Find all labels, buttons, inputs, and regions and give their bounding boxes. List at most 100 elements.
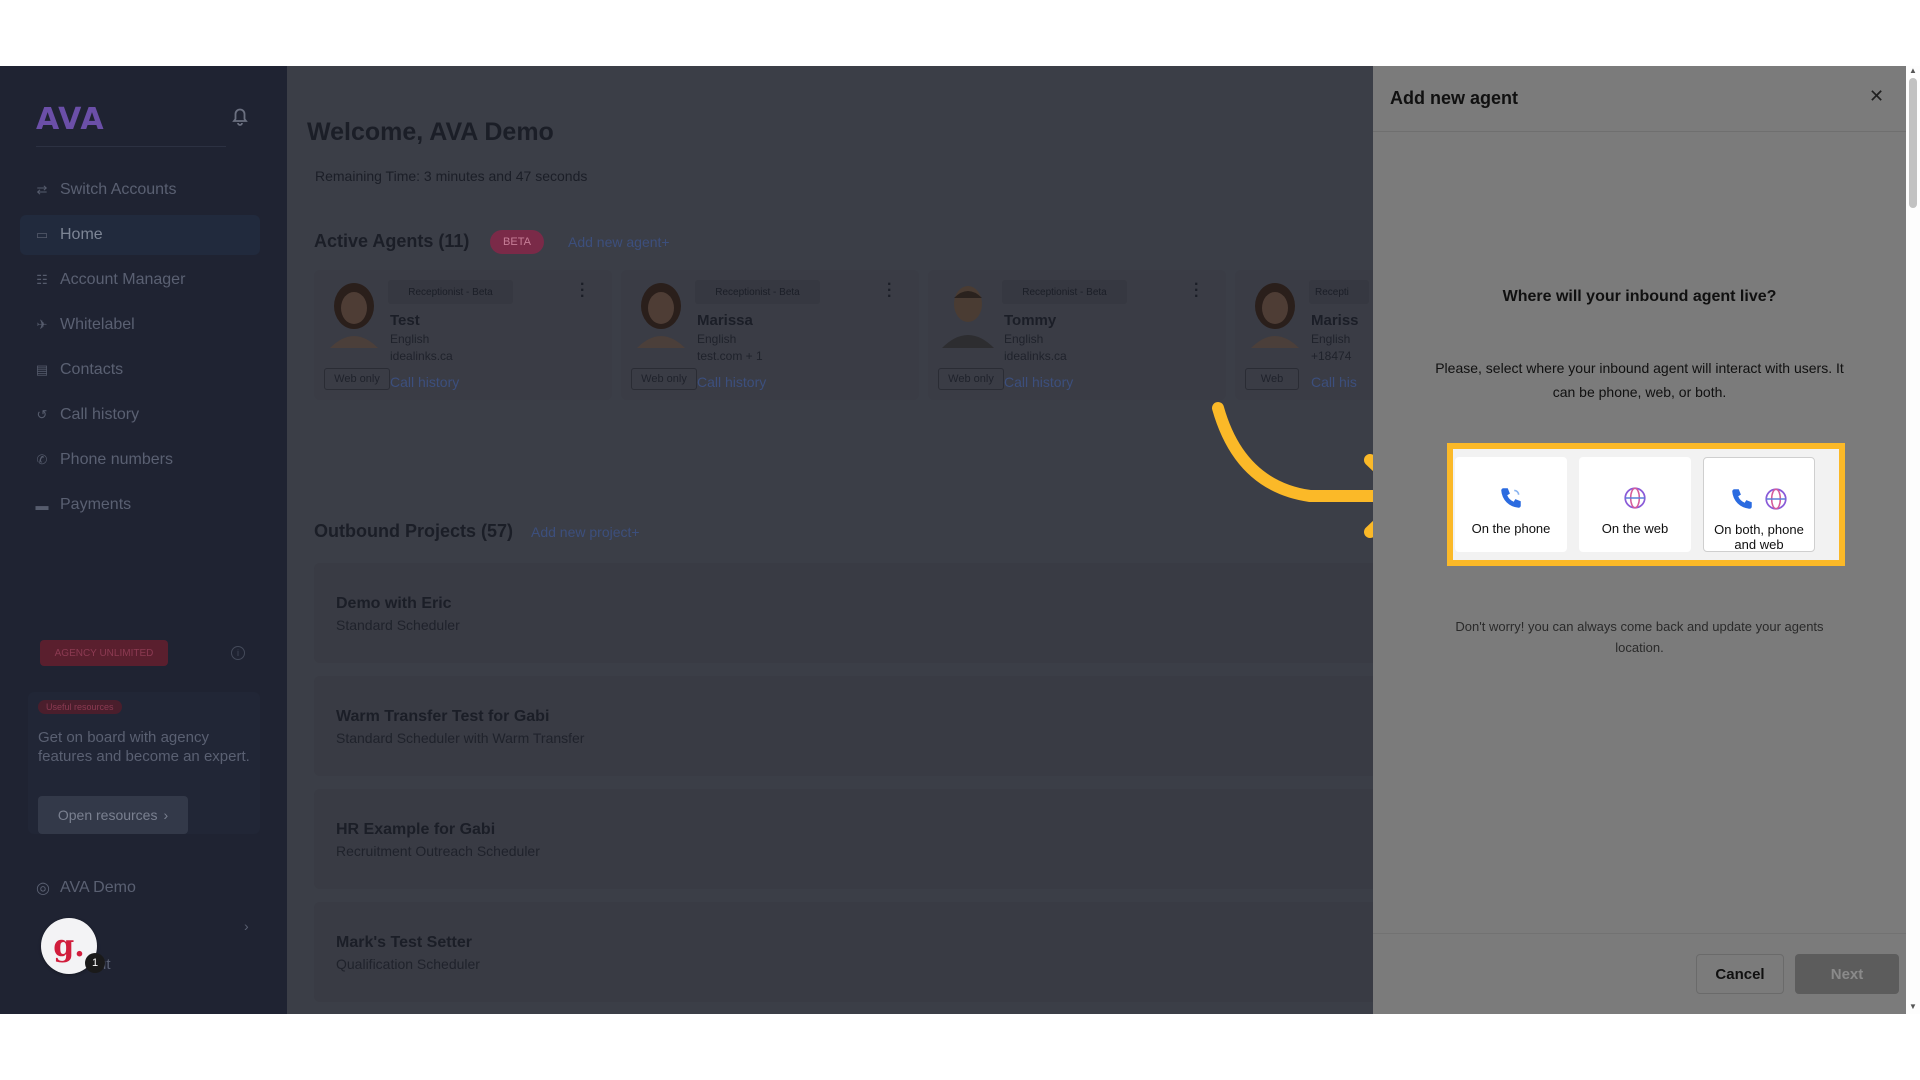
chevron-right-icon[interactable]: › [244,918,249,934]
phone-icon: ✆ [36,452,48,467]
add-agent-panel: Add new agent ✕ Where will your inbound … [1373,66,1906,1014]
agent-photo [1251,283,1299,348]
project-card[interactable]: Warm Transfer Test for Gabi Standard Sch… [314,676,1373,776]
scroll-down-icon[interactable]: ▼ [1909,1002,1917,1011]
chevron-right-icon: › [163,807,169,823]
project-title: Mark's Test Setter [336,934,473,951]
agent-photo [330,283,378,348]
open-resources-label: Open resources [57,807,158,823]
panel-description: Please, select where your inbound agent … [1435,360,1844,400]
open-resources-button[interactable]: Open resources › [38,796,188,834]
scroll-up-icon[interactable]: ▲ [1909,66,1917,75]
globe-icon [1624,487,1646,509]
app-window: AVA ⇄ Switch Accounts ▭ Home ☷ Account M… [0,66,1920,1014]
add-new-agent-link[interactable]: Add new agent+ [568,234,670,250]
resources-badge: Useful resources [38,700,122,714]
user-profile[interactable]: ◎ AVA Demo [36,878,136,898]
agent-name: Marissa [697,312,753,329]
folder-icon: ▭ [35,227,49,242]
sidebar-item-label: Contacts [60,361,124,378]
sidebar-item-contacts[interactable]: ▤ Contacts [20,350,260,390]
agent-card[interactable]: Receptionist - Beta · · · Marissa English … [621,270,919,400]
panel-header: Add new agent ✕ [1373,66,1906,132]
next-button[interactable]: Next [1795,954,1899,994]
sidebar-item-home[interactable]: ▭ Home [20,215,260,255]
scroll-thumb[interactable] [1909,78,1917,208]
sidebar-item-label: Account Manager [60,271,186,288]
call-history-link[interactable]: Call history [1004,374,1073,390]
add-new-project-link[interactable]: Add new project+ [531,524,640,540]
sidebar-item-account-manager[interactable]: ☷ Account Manager [20,260,260,300]
agent-role-badge: Recepti [1309,280,1369,304]
kebab-menu-icon[interactable]: · · · [1194,277,1199,305]
bell-icon[interactable] [228,104,252,128]
project-title: Warm Transfer Test for Gabi [336,708,550,725]
project-card[interactable]: HR Example for Gabi Recruitment Outreach… [314,789,1373,889]
agent-domain: idealinks.ca [1004,349,1067,363]
sidebar-item-label: Payments [60,496,132,513]
phone-icon [1732,489,1752,509]
panel-note: Don't worry! you can always come back an… [1455,619,1824,655]
phone-icon [1501,488,1521,508]
project-title: Demo with Eric [336,595,452,612]
kebab-menu-icon[interactable]: · · · [887,277,892,305]
sidebar-item-whitelabel[interactable]: ✈ Whitelabel [20,305,260,345]
active-agents-title: Active Agents (11) [314,231,470,251]
call-history-link[interactable]: Call history [697,374,766,390]
agent-name: Test [390,312,420,329]
agent-channel-tag: Web [1245,368,1299,390]
avatar-letter: g. [53,928,85,964]
agent-channel-tag: Web only [324,368,390,390]
resources-card: Useful resources Get on board with agenc… [28,692,260,834]
project-subtitle: Recruitment Outreach Scheduler [336,843,540,859]
agent-language: English [1311,332,1351,346]
call-history-link[interactable]: Call his [1311,374,1357,390]
phone-globe-icon [1729,486,1789,522]
sidebar-item-label: Switch Accounts [60,181,177,198]
agent-language: English [390,332,430,346]
notification-count-badge: 1 [85,953,105,973]
info-icon[interactable]: i [231,646,245,660]
project-subtitle: Standard Scheduler with Warm Transfer [336,730,585,746]
sidebar-item-call-history[interactable]: ↺ Call history [20,395,260,435]
agent-card[interactable]: Recepti Mariss English +18474 Web Call h… [1235,270,1373,400]
option-on-the-web[interactable]: On the web [1579,457,1691,552]
agent-domain: idealinks.ca [390,349,453,363]
option-on-both[interactable]: On both, phone and web [1703,457,1815,552]
sidebar-item-label: Call history [60,406,140,423]
agent-card[interactable]: Receptionist - Beta · · · Test English ide… [314,270,612,400]
sidebar-item-label: Phone numbers [60,451,173,468]
agent-domain: +18474 [1311,349,1352,363]
agent-name: Tommy [1004,312,1057,329]
outbound-projects-title: Outbound Projects (57) [314,521,514,541]
plan-badge: AGENCY UNLIMITED [40,640,168,666]
user-name: AVA Demo [59,879,136,896]
call-history-link[interactable]: Call history [390,374,459,390]
project-title: HR Example for Gabi [336,821,496,838]
project-card[interactable]: Mark's Test Setter Qualification Schedul… [314,902,1373,1002]
project-card[interactable]: Demo with Eric Standard Scheduler [314,563,1373,663]
scrollbar[interactable]: ▲ ▼ [1906,66,1920,1014]
close-icon[interactable]: ✕ [1869,86,1884,107]
agent-channel-tag: Web only [631,368,697,390]
logo-divider [36,146,226,147]
agent-role-badge: Receptionist - Beta [388,280,513,304]
option-on-the-phone[interactable]: On the phone [1455,457,1567,552]
agent-card[interactable]: Receptionist - Beta · · · Tommy English id… [928,270,1226,400]
switch-icon: ⇄ [36,182,48,197]
page-title: Welcome, AVA Demo [307,118,554,146]
project-subtitle: Standard Scheduler [336,617,460,633]
option-label: On both, phone and web [1714,522,1804,552]
sidebar-item-payments[interactable]: ▬ Payments [20,485,260,525]
agent-domain: test.com + 1 [697,349,763,363]
sidebar: AVA ⇄ Switch Accounts ▭ Home ☷ Account M… [0,66,287,1014]
ava-logo: AVA [36,102,105,137]
sidebar-item-switch-accounts[interactable]: ⇄ Switch Accounts [20,170,260,210]
cancel-button[interactable]: Cancel [1696,954,1784,994]
sidebar-item-label: Home [60,226,103,243]
sidebar-item-phone-numbers[interactable]: ✆ Phone numbers [20,440,260,480]
agent-language: English [697,332,737,346]
location-options-highlight: On the phone On the web On both, phone a… [1447,443,1845,566]
users-icon: ☷ [36,272,48,287]
kebab-menu-icon[interactable]: · · · [580,277,585,305]
